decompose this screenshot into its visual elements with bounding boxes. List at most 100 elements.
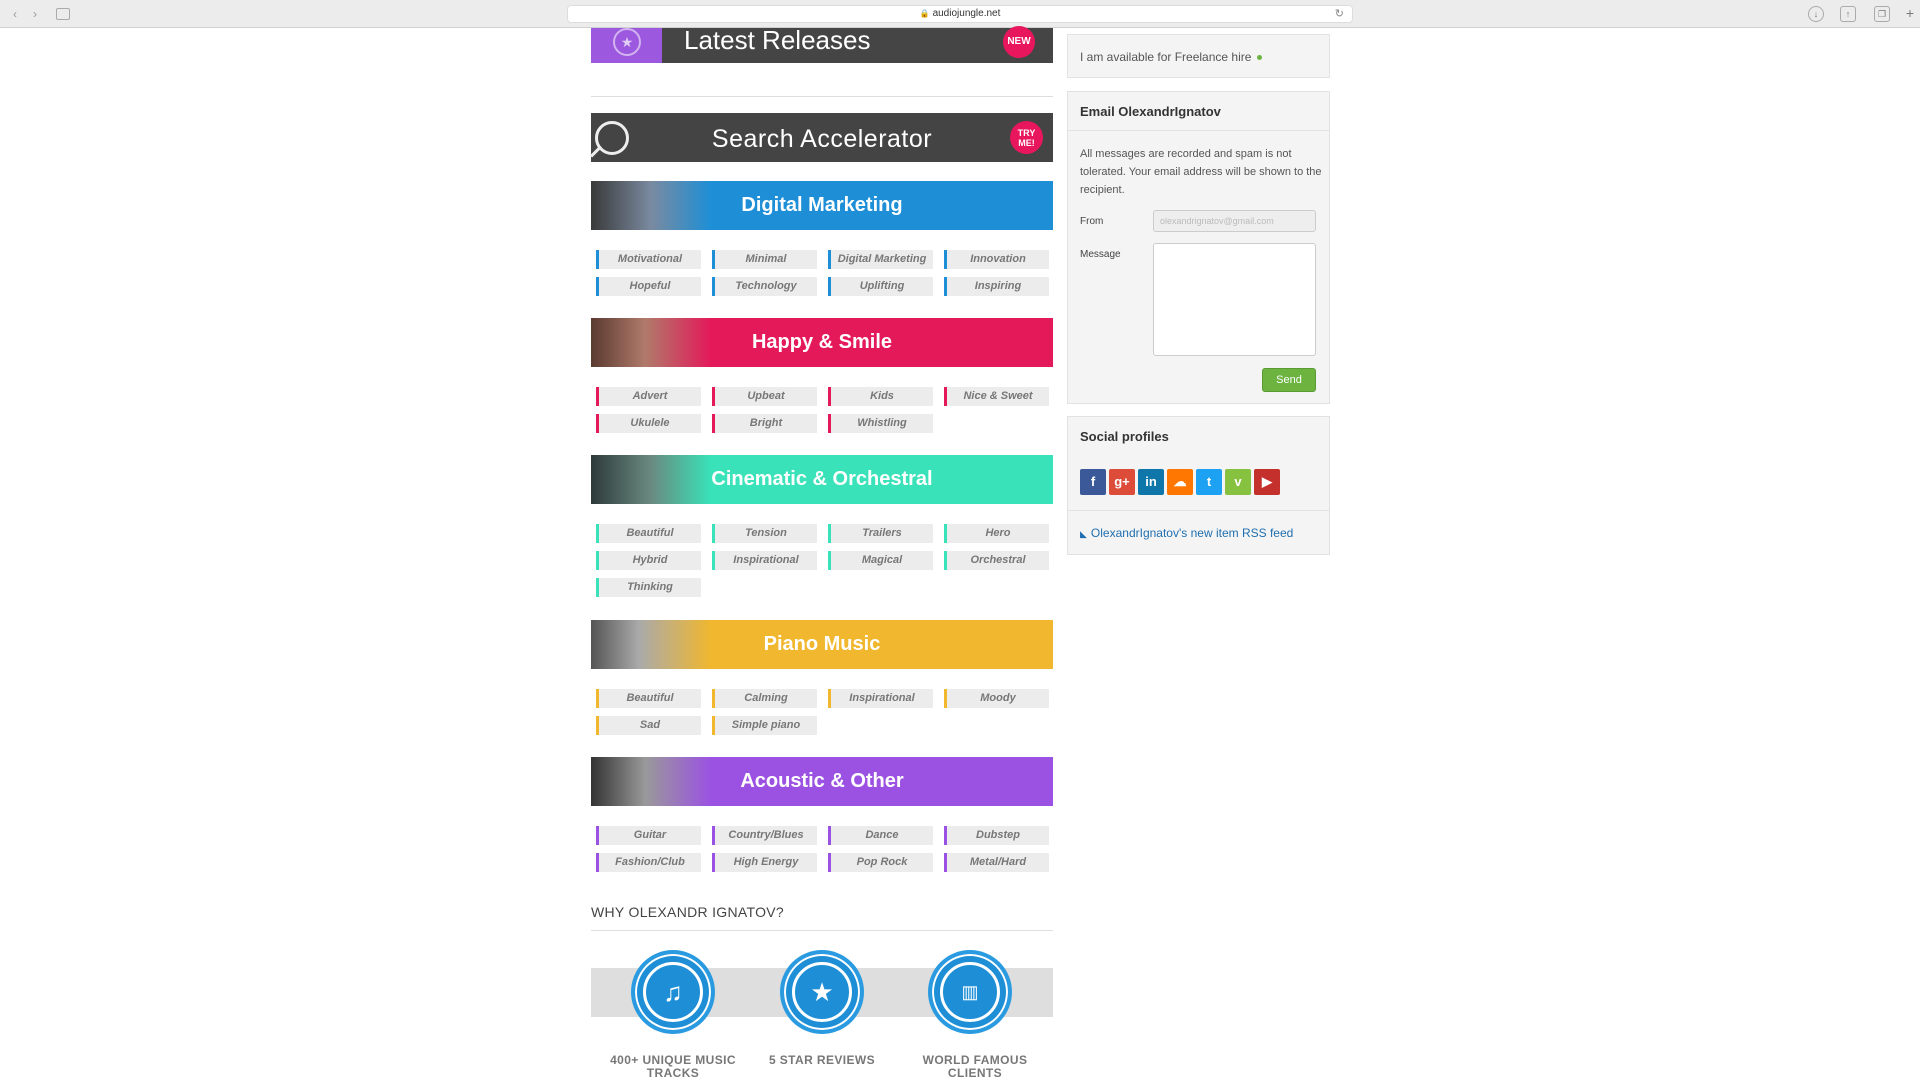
why-label: WORLD FAMOUS CLIENTS xyxy=(922,1053,1028,1080)
tag-link[interactable]: Whistling xyxy=(828,414,933,433)
tag-link[interactable]: Moody xyxy=(944,689,1049,708)
tag-link[interactable]: Hybrid xyxy=(596,551,701,570)
send-button[interactable]: Send xyxy=(1262,368,1316,392)
lock-icon: 🔒 xyxy=(919,9,930,18)
category-section: Cinematic & Orchestral Beautiful Tension Tr… xyxy=(591,455,1053,597)
tag-link[interactable]: Dubstep xyxy=(944,826,1049,845)
tag-link[interactable]: Guitar xyxy=(596,826,701,845)
tag-link[interactable]: Digital Marketing xyxy=(828,250,933,269)
tag-link[interactable]: Metal/Hard xyxy=(944,853,1049,872)
url-text: audiojungle.net xyxy=(932,8,1001,19)
tag-link[interactable]: Motivational xyxy=(596,250,701,269)
forward-icon[interactable]: › xyxy=(26,6,44,22)
new-tab-icon[interactable]: + xyxy=(1902,6,1918,22)
tag-link[interactable]: Pop Rock xyxy=(828,853,933,872)
category-section: Piano Music Beautiful Calming Inspirational… xyxy=(591,620,1053,735)
social-profiles: Social profiles f g+ in ☁ t v ▶ ◣ OlexandrIgnat… xyxy=(1067,416,1330,555)
music-tracks-circle[interactable]: ♫ xyxy=(631,950,715,1034)
tag-link[interactable]: Simple piano xyxy=(712,716,817,735)
category-title: Piano Music xyxy=(763,633,881,655)
category-banner[interactable]: Acoustic & Other xyxy=(591,757,1053,806)
tag-link[interactable]: Beautiful xyxy=(596,524,701,543)
tag-link[interactable]: Fashion/Club xyxy=(596,853,701,872)
status-dot-icon xyxy=(1257,55,1263,61)
tag-link[interactable]: Orchestral xyxy=(944,551,1049,570)
tag-link[interactable]: Dance xyxy=(828,826,933,845)
tag-link[interactable]: Upbeat xyxy=(712,387,817,406)
sidebar-toggle-icon[interactable] xyxy=(56,8,70,20)
clients-circle[interactable]: ▥ xyxy=(928,950,1012,1034)
category-title: Happy & Smile xyxy=(751,331,893,353)
tag-link[interactable]: Bright xyxy=(712,414,817,433)
browser-toolbar: ‹ › 🔒 audiojungle.net ↻ ↓ ↑ ❐ + xyxy=(0,0,1920,28)
divider xyxy=(591,96,1053,97)
try-me-badge: TRY ME! xyxy=(1010,121,1043,154)
freelance-text: I am available for Freelance hire xyxy=(1080,50,1252,64)
clients-icon: ▥ xyxy=(940,962,1000,1022)
category-title: Cinematic & Orchestral xyxy=(711,468,933,490)
google-plus-icon[interactable]: g+ xyxy=(1109,469,1135,495)
latest-releases-star: ★ xyxy=(591,28,662,63)
star-icon: ★ xyxy=(792,962,852,1022)
email-form: Email OlexandrIgnatov All messages are r… xyxy=(1067,91,1330,404)
new-badge: NEW xyxy=(1003,26,1035,58)
music-note-icon: ♫ xyxy=(643,962,703,1022)
category-banner[interactable]: Piano Music xyxy=(591,620,1053,669)
reload-icon[interactable]: ↻ xyxy=(1335,6,1344,22)
soundcloud-icon[interactable]: ☁ xyxy=(1167,469,1193,495)
search-accelerator-banner[interactable]: Search Accelerator TRY ME! xyxy=(591,113,1053,162)
youtube-icon[interactable]: ▶ xyxy=(1254,469,1280,495)
category-banner[interactable]: Cinematic & Orchestral xyxy=(591,455,1053,504)
facebook-icon[interactable]: f xyxy=(1080,469,1106,495)
tag-link[interactable]: Advert xyxy=(596,387,701,406)
tag-link[interactable]: Innovation xyxy=(944,250,1049,269)
twitter-icon[interactable]: t xyxy=(1196,469,1222,495)
why-title: WHY OLEXANDR IGNATOV? xyxy=(591,904,785,920)
tag-link[interactable]: Hopeful xyxy=(596,277,701,296)
tag-link[interactable]: High Energy xyxy=(712,853,817,872)
tag-link[interactable]: Nice & Sweet xyxy=(944,387,1049,406)
download-icon[interactable]: ↓ xyxy=(1808,6,1824,22)
tag-link[interactable]: Calming xyxy=(712,689,817,708)
category-banner[interactable]: Happy & Smile xyxy=(591,318,1053,367)
reviews-circle[interactable]: ★ xyxy=(780,950,864,1034)
latest-releases-banner[interactable]: ★ Latest Releases NEW xyxy=(591,25,1053,63)
from-label: From xyxy=(1080,216,1104,227)
tag-link[interactable]: Uplifting xyxy=(828,277,933,296)
tag-link[interactable]: Inspirational xyxy=(712,551,817,570)
tag-link[interactable]: Thinking xyxy=(596,578,701,597)
rss-link-text: OlexandrIgnatov's new item RSS feed xyxy=(1090,526,1294,540)
tag-link[interactable]: Country/Blues xyxy=(712,826,817,845)
back-icon[interactable]: ‹ xyxy=(6,6,24,22)
tag-link[interactable]: Kids xyxy=(828,387,933,406)
rss-link[interactable]: ◣ OlexandrIgnatov's new item RSS feed xyxy=(1080,526,1293,540)
tag-link[interactable]: Technology xyxy=(712,277,817,296)
tag-link[interactable]: Minimal xyxy=(712,250,817,269)
star-icon: ★ xyxy=(613,28,641,56)
vimeo-icon[interactable]: v xyxy=(1225,469,1251,495)
tag-link[interactable]: Magical xyxy=(828,551,933,570)
latest-releases-title: Latest Releases xyxy=(684,25,871,55)
tabs-icon[interactable]: ❐ xyxy=(1874,6,1890,22)
tag-link[interactable]: Sad xyxy=(596,716,701,735)
message-textarea[interactable] xyxy=(1153,243,1316,356)
search-accelerator-title: Search Accelerator xyxy=(711,125,933,153)
tag-link[interactable]: Ukulele xyxy=(596,414,701,433)
address-bar[interactable]: 🔒 audiojungle.net ↻ xyxy=(567,5,1353,23)
from-field[interactable]: olexandrignatov@gmail.com xyxy=(1153,210,1316,232)
tag-link[interactable]: Trailers xyxy=(828,524,933,543)
social-heading: Social profiles xyxy=(1080,429,1169,444)
category-banner[interactable]: Digital Marketing xyxy=(591,181,1053,230)
category-section: Digital Marketing Motivational Minimal Digi… xyxy=(591,181,1053,296)
tag-link[interactable]: Tension xyxy=(712,524,817,543)
divider xyxy=(591,930,1053,931)
tag-link[interactable]: Beautiful xyxy=(596,689,701,708)
share-icon[interactable]: ↑ xyxy=(1840,6,1856,22)
linkedin-icon[interactable]: in xyxy=(1138,469,1164,495)
tag-link[interactable]: Inspirational xyxy=(828,689,933,708)
category-title: Acoustic & Other xyxy=(740,770,904,792)
tag-link[interactable]: Hero xyxy=(944,524,1049,543)
tag-link[interactable]: Inspiring xyxy=(944,277,1049,296)
divider xyxy=(1068,510,1329,511)
freelance-status: I am available for Freelance hire xyxy=(1067,34,1330,78)
